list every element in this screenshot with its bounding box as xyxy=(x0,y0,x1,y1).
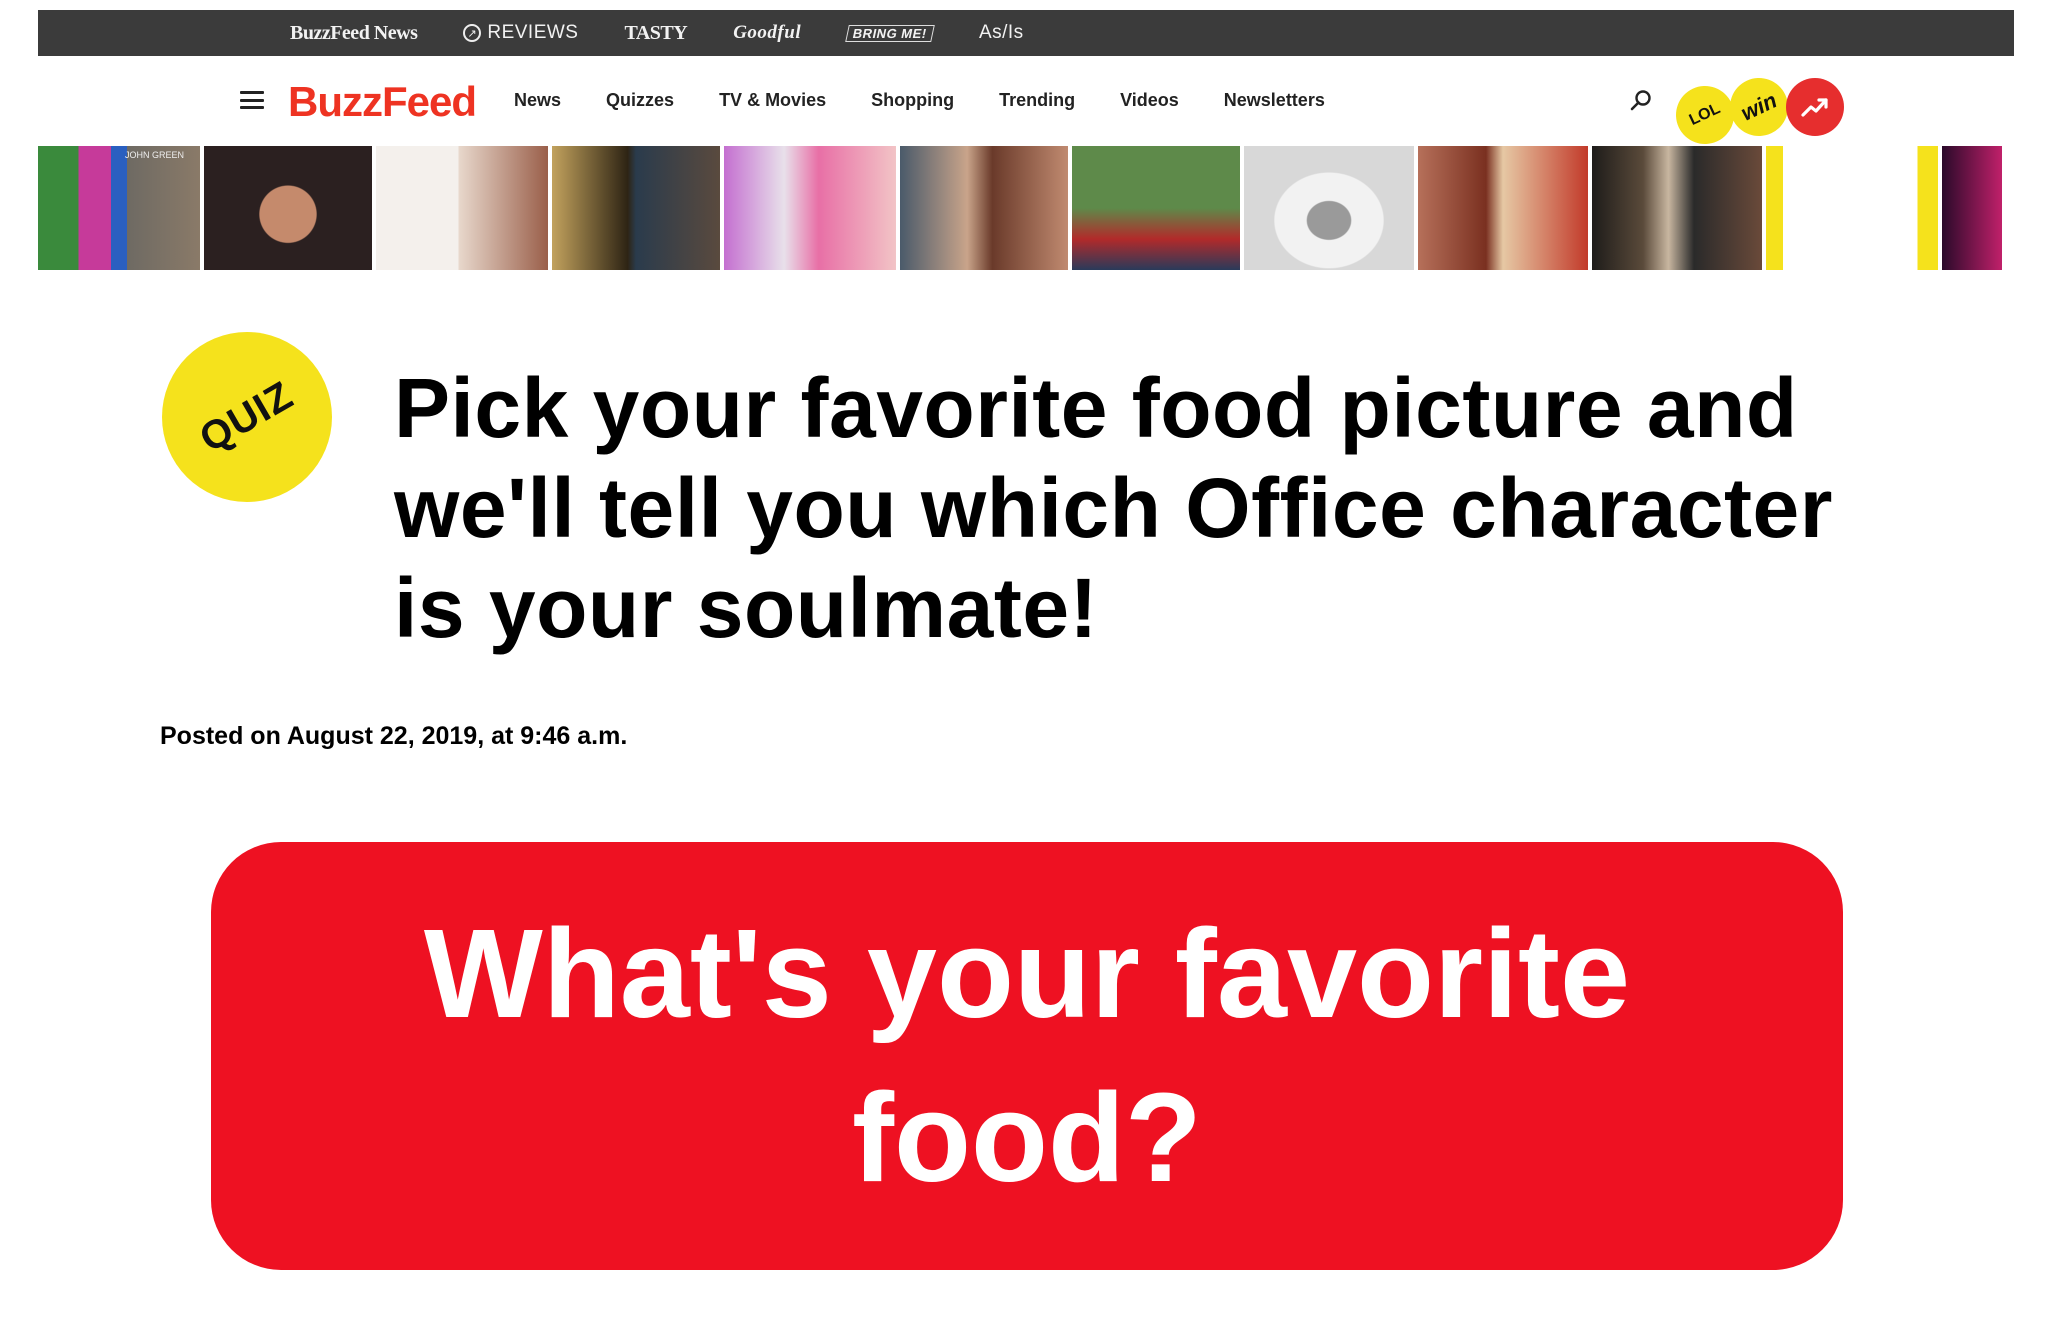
nav-quizzes[interactable]: Quizzes xyxy=(606,90,674,111)
bring-me-link[interactable]: BRING ME! xyxy=(845,24,935,42)
nav-news[interactable]: News xyxy=(514,90,561,111)
question-card: What's your favorite food? xyxy=(211,842,1843,1270)
reviews-label: REVIEWS xyxy=(487,22,579,43)
strip-thumbnail[interactable] xyxy=(1592,146,1762,270)
book-cover-text: JOHN GREEN xyxy=(124,150,184,160)
strip-thumbnail[interactable] xyxy=(1244,146,1414,270)
nav-links: News Quizzes TV & Movies Shopping Trendi… xyxy=(514,90,1370,111)
posted-date: Posted on August 22, 2019, at 9:46 a.m. xyxy=(160,722,628,750)
buzzfeed-news-link[interactable]: BuzzFeed News xyxy=(290,22,418,45)
reviews-link[interactable]: ↗ REVIEWS xyxy=(463,22,578,44)
as-is-link[interactable]: As/Is xyxy=(979,22,1024,44)
nav-videos[interactable]: Videos xyxy=(1120,90,1179,111)
strip-thumbnail[interactable] xyxy=(724,146,896,270)
nav-tv-movies[interactable]: TV & Movies xyxy=(719,90,826,111)
strip-thumbnail[interactable] xyxy=(376,146,548,270)
question-text: What's your favorite food? xyxy=(423,903,1631,1208)
nav-newsletters[interactable]: Newsletters xyxy=(1224,90,1325,111)
network-bar: BuzzFeed News ↗ REVIEWS TASTY Goodful BR… xyxy=(38,10,2014,56)
menu-icon[interactable] xyxy=(240,91,264,109)
buzzfeed-logo[interactable]: BuzzFeed xyxy=(288,78,477,126)
search-icon[interactable] xyxy=(1628,88,1654,114)
trending-icon[interactable] xyxy=(1786,78,1844,136)
strip-thumbnail[interactable] xyxy=(1418,146,1588,270)
quiz-badge: QUIZ xyxy=(162,332,332,502)
strip-thumbnail[interactable] xyxy=(204,146,372,270)
page-title: Pick your favorite food picture and we'l… xyxy=(394,361,1833,655)
goodful-link[interactable]: Goodful xyxy=(733,22,801,44)
reviews-icon: ↗ xyxy=(463,24,482,42)
main-nav: BuzzFeed News Quizzes TV & Movies Shoppi… xyxy=(0,58,2046,154)
reaction-badges: LOL win xyxy=(1666,68,1856,154)
nav-trending[interactable]: Trending xyxy=(999,90,1075,111)
strip-thumbnail[interactable] xyxy=(1766,146,1938,270)
trending-image-strip: JOHN GREEN xyxy=(38,146,2014,270)
strip-thumbnail[interactable] xyxy=(1942,146,2002,270)
nav-shopping[interactable]: Shopping xyxy=(871,90,954,111)
tasty-link[interactable]: TASTY xyxy=(624,22,687,45)
strip-thumbnail[interactable] xyxy=(552,146,720,270)
strip-thumbnail[interactable]: JOHN GREEN xyxy=(38,146,200,270)
strip-thumbnail[interactable] xyxy=(1072,146,1240,270)
quiz-badge-label: QUIZ xyxy=(192,372,301,461)
strip-thumbnail[interactable] xyxy=(900,146,1068,270)
